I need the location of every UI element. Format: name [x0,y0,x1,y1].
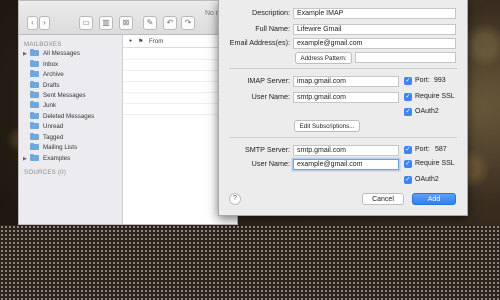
address-pattern-button[interactable]: Address Pattern: [295,52,352,64]
folder-icon [30,121,39,129]
folder-icon [30,132,39,140]
archive-icon[interactable]: ▭ [79,16,93,30]
add-button[interactable]: Add [412,193,456,205]
smtp-server-label: SMTP Server: [245,145,290,154]
smtp-server-field[interactable]: smtp.gmail.com [293,145,399,156]
reply-icon[interactable]: ↶ [163,16,177,30]
folder-icon [30,153,39,161]
imap-port-value[interactable]: 993 [434,76,446,86]
smtp-username-field[interactable]: example@gmail.com [293,159,399,170]
smtp-port-value[interactable]: 587 [435,145,447,155]
folder-icon [30,142,39,150]
address-pattern-field[interactable] [355,52,456,63]
sidebar-item-archive[interactable]: Archive [23,69,119,80]
smtp-require-ssl-label: Require SSL [415,160,455,167]
mail-window: ‹ › ▭ ▥ ⊠ ✎ ↶ ↷ No m MAILBOXES ▶ All Mess… [18,0,238,225]
cancel-button[interactable]: Cancel [362,193,404,205]
mail-toolbar: ‹ › ▭ ▥ ⊠ ✎ ↶ ↷ No m [19,1,237,35]
reply-all-icon[interactable]: ↷ [181,16,195,30]
sidebar-item-unread[interactable]: Unread [23,121,119,132]
sidebar-item-junk[interactable]: Junk [23,100,119,111]
smtp-require-ssl-checkbox[interactable]: ✓ [404,160,412,168]
smtp-oauth2-label: OAuth2 [415,176,439,183]
mailboxes-heading: MAILBOXES [24,41,62,48]
smtp-port-checkbox[interactable]: ✓ [404,146,412,154]
folder-icon [30,69,39,77]
flag-icon: ⚑ [138,38,144,45]
imap-oauth2-checkbox[interactable]: ✓ [404,108,412,116]
sidebar-item-drafts[interactable]: Drafts [23,80,119,91]
sidebar-item-deleted-messages[interactable]: Deleted Messages [23,111,119,122]
imap-username-field[interactable]: smtp.gmail.com [293,92,399,103]
smtp-oauth2-checkbox[interactable]: ✓ [404,176,412,184]
imap-port-label: Port: [415,77,430,84]
full-name-label: Full Name: [255,24,290,33]
imap-server-label: IMAP Server: [247,76,290,85]
dotted-overlay [0,225,500,300]
folder-icon [30,59,39,67]
forward-icon[interactable]: › [39,16,50,30]
junk-icon[interactable]: ⊠ [119,16,133,30]
sources-heading: SOURCES (0) [24,169,67,176]
email-label: Email Address(es): [229,38,290,47]
folder-icon [30,90,39,98]
smtp-port-label: Port: [415,146,430,153]
folder-icon [30,80,39,88]
smtp-username-label: User Name: [251,159,290,168]
full-name-field[interactable]: Lifewire Gmail [293,24,456,35]
sidebar-item-sent-messages[interactable]: Sent Messages [23,90,119,101]
trash-icon[interactable]: ▥ [99,16,113,30]
disclosure-triangle-icon[interactable]: ▶ [23,49,30,59]
sidebar-item-inbox[interactable]: Inbox [23,59,119,70]
compose-icon[interactable]: ✎ [143,16,157,30]
sidebar-item-all-messages[interactable]: ▶ All Messages [23,48,119,59]
folder-icon [30,100,39,108]
description-label: Description: [252,8,290,17]
imap-server-field[interactable]: imap.gmail.com [293,76,399,87]
imap-username-label: User Name: [251,92,290,101]
back-icon[interactable]: ‹ [27,16,38,30]
sidebar-item-tagged[interactable]: Tagged [23,132,119,143]
folder-icon [30,48,39,56]
email-field[interactable]: example@gmail.com [293,38,456,49]
sidebar-item-mailing-lists[interactable]: Mailing Lists [23,142,119,153]
from-column-header[interactable]: From [149,35,163,48]
disclosure-triangle-icon[interactable]: ▶ [23,154,30,164]
help-button[interactable]: ? [229,193,241,205]
description-field[interactable]: Example IMAP [293,8,456,19]
unread-dot-icon: ● [129,38,133,44]
imap-oauth2-label: OAuth2 [415,108,439,115]
section-divider [229,68,457,69]
add-account-sheet: Description: Example IMAP Full Name: Lif… [218,0,468,216]
sidebar-item-examples[interactable]: ▶ Examples [23,153,119,164]
edit-subscriptions-button[interactable]: Edit Subscriptions... [294,120,360,132]
imap-require-ssl-checkbox[interactable]: ✓ [404,93,412,101]
imap-port-checkbox[interactable]: ✓ [404,77,412,85]
section-divider [229,137,457,138]
imap-require-ssl-label: Require SSL [415,93,455,100]
mailbox-sidebar: MAILBOXES ▶ All Messages Inbox Archive Dr… [19,35,123,224]
folder-icon [30,111,39,119]
